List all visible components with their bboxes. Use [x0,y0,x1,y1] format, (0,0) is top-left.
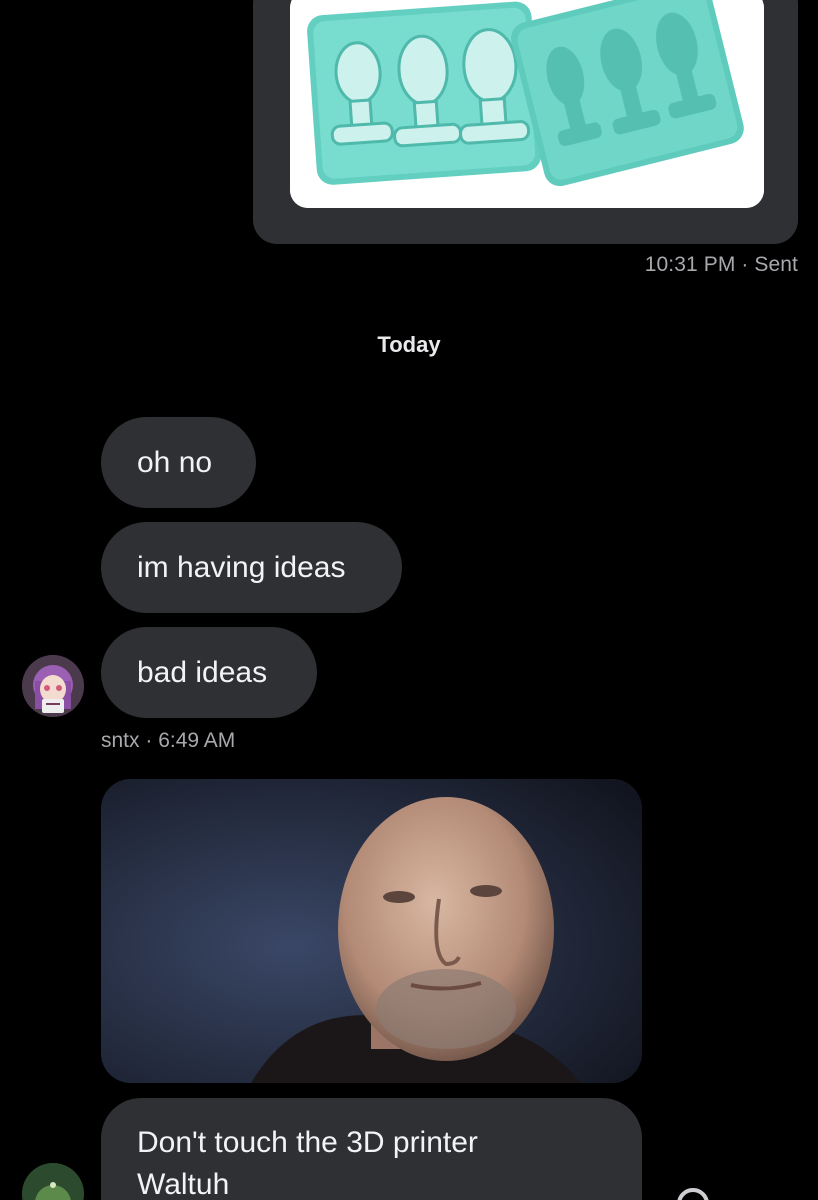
received-message-bubble[interactable]: Don't touch the 3D printer Waltuh [101,1098,642,1200]
message-text-line: Waltuh [137,1168,230,1200]
sender-avatar[interactable] [22,1163,84,1200]
avatar-icon [22,1163,84,1200]
received-message-bubble[interactable]: oh no [101,417,256,508]
received-image[interactable] [101,779,642,1083]
add-reaction-icon[interactable] [673,1178,713,1200]
received-time: 6:49 AM [158,729,236,752]
mold-tray-illustration [290,0,764,208]
message-text: oh no [137,445,213,479]
received-message-meta: sntx · 6:49 AM [101,729,235,753]
sent-status: Sent [754,253,798,276]
sender-avatar[interactable] [22,655,84,717]
sender-name: sntx [101,729,140,752]
portrait-photo [101,779,642,1083]
day-divider: Today [377,332,441,357]
anime-avatar-icon [22,655,84,717]
sent-image[interactable] [290,0,764,208]
message-text: im having ideas [137,550,346,584]
meta-separator: · [741,253,749,276]
chat-thread: 10:31 PM · Sent Today oh no im having id… [0,0,818,1200]
message-text-line: Don't touch the 3D printer [137,1126,478,1159]
sent-time: 10:31 PM [644,253,736,276]
message-text: bad ideas [137,655,268,689]
sent-message-meta: 10:31 PM · Sent [645,253,798,277]
received-message-bubble[interactable]: im having ideas [101,522,402,613]
received-message-bubble[interactable]: bad ideas [101,627,317,718]
meta-separator: · [145,729,153,752]
